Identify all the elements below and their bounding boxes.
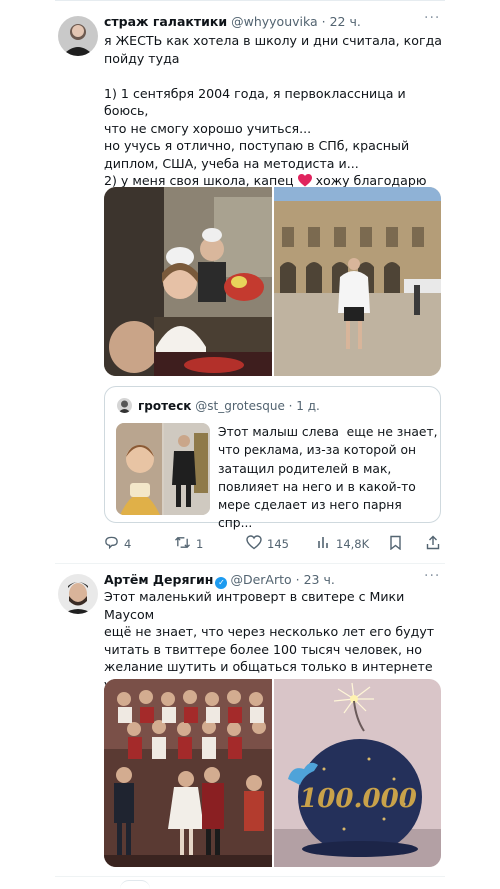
timestamp[interactable]: · 22 ч. (322, 14, 361, 29)
photo-louvre[interactable] (274, 187, 441, 376)
divider (55, 563, 445, 564)
quoted-tweet[interactable]: гротеск @st_grotesque · 1 д. Этот малыш … (104, 386, 441, 530)
reply-icon (104, 535, 119, 553)
tweet-text: я ЖЕСТЬ как хотела в школу и дни считала… (104, 32, 444, 207)
view-count: 14,8K (336, 536, 370, 551)
display-name[interactable]: страж галактики (104, 14, 227, 29)
quote-timestamp[interactable]: · 1 д. (289, 399, 320, 413)
divider (55, 0, 445, 1)
divider (55, 876, 445, 877)
quote-handle[interactable]: @st_grotesque (195, 399, 285, 413)
more-options-icon[interactable]: ··· (424, 568, 440, 584)
tweet-header: Артём Дерягин ✓ @DerArto · 23 ч. (104, 572, 335, 589)
next-tweet-avatar[interactable] (120, 880, 150, 889)
share-icon (426, 535, 440, 553)
display-name[interactable]: Артём Дерягин (104, 572, 213, 587)
photo-first-grade[interactable] (104, 187, 272, 376)
quote-text: Этот малыш слева еще не знает, что рекла… (218, 425, 438, 531)
quote-media[interactable] (116, 423, 210, 515)
more-options-icon[interactable]: ··· (424, 10, 440, 26)
red-heart-icon (297, 173, 312, 188)
reply-button[interactable]: 4 (104, 535, 131, 553)
avatar[interactable] (58, 16, 98, 56)
photo-cake[interactable]: 100.000 (274, 679, 441, 867)
timestamp[interactable]: · 23 ч. (296, 572, 335, 587)
cake-text: 100.000 (299, 784, 417, 814)
handle[interactable]: @DerArto (230, 572, 291, 587)
tweet-header: страж галактики @whyyouvika · 22 ч. (104, 14, 361, 30)
bar-chart-icon (317, 535, 331, 552)
share-button[interactable] (426, 535, 440, 553)
handle[interactable]: @whyyouvika (231, 14, 318, 29)
like-count: 145 (267, 537, 289, 551)
bookmark-button[interactable] (389, 535, 402, 553)
reply-count: 4 (124, 537, 132, 551)
quote-display-name[interactable]: гротеск (138, 399, 191, 413)
quote-avatar[interactable] (117, 398, 132, 413)
like-button[interactable]: 145 (246, 535, 289, 553)
photo-class[interactable] (104, 679, 272, 867)
retweet-icon (174, 535, 191, 553)
quote-header: гротеск @st_grotesque · 1 д. (138, 398, 320, 414)
retweet-button[interactable]: 1 (174, 535, 203, 553)
retweet-count: 1 (196, 537, 204, 551)
heart-icon (246, 535, 262, 553)
views-button[interactable]: 14,8K (317, 535, 369, 552)
bookmark-icon (389, 535, 402, 553)
timeline: страж галактики @whyyouvika · 22 ч. ··· … (0, 0, 500, 889)
tweet-text-body: я ЖЕСТЬ как хотела в школу и дни считала… (104, 33, 442, 188)
tweet-actions: 4 1 145 14,8K (104, 535, 444, 553)
avatar[interactable] (58, 574, 98, 614)
